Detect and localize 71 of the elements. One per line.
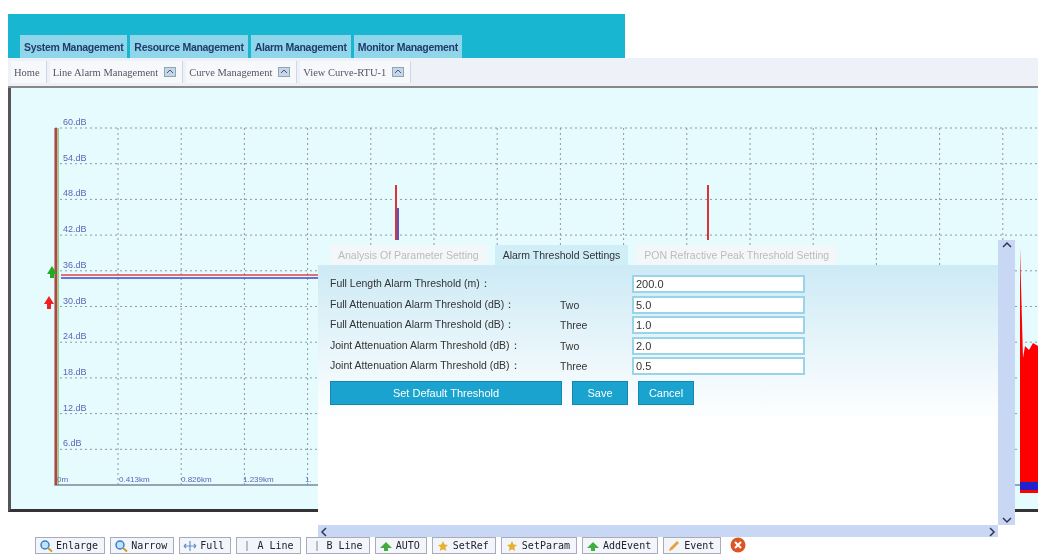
page-tab-label[interactable]: Line Alarm Management bbox=[52, 66, 159, 78]
x-axis-label: 1. bbox=[305, 475, 312, 484]
menu-item[interactable]: System Management bbox=[20, 35, 128, 58]
page-tab-label[interactable]: View Curve-RTU-1 bbox=[303, 66, 387, 78]
scroll-up-icon[interactable] bbox=[1000, 240, 1013, 250]
scroll-down-icon[interactable] bbox=[1000, 515, 1013, 525]
y-axis-label: 60.dB bbox=[63, 117, 87, 127]
x-axis-label: 0.413km bbox=[119, 475, 150, 484]
trace-spike bbox=[395, 184, 399, 241]
toolbar-button[interactable]: Event bbox=[663, 537, 722, 554]
scroll-right-icon[interactable] bbox=[986, 526, 998, 537]
field-label: Full Attenuation Alarm Threshold (dB)： bbox=[330, 297, 517, 312]
menu-item[interactable]: Resource Management bbox=[130, 35, 248, 58]
level-label: Two bbox=[560, 298, 581, 311]
arrows-icon bbox=[183, 539, 198, 552]
x-axis-label: 1.239km bbox=[243, 475, 274, 484]
input-field[interactable]: 5.0 bbox=[632, 295, 805, 314]
y-axis-label: 6.dB bbox=[63, 438, 82, 449]
page-tab[interactable]: Home bbox=[11, 61, 47, 83]
close-icon[interactable] bbox=[392, 67, 405, 77]
level-label: Three bbox=[560, 360, 589, 373]
toolbar-button[interactable]: AUTO bbox=[374, 537, 427, 554]
menu-item[interactable]: Alarm Management bbox=[250, 35, 351, 58]
toolbar-button[interactable]: AddEvent bbox=[582, 537, 659, 554]
y-axis-label: 24.dB bbox=[63, 331, 87, 342]
arrow-icon bbox=[586, 539, 600, 552]
input-field[interactable]: 2.0 bbox=[632, 336, 805, 355]
field-label: Joint Attenuation Alarm Threshold (dB)： bbox=[330, 338, 522, 353]
magnifier-icon bbox=[114, 539, 129, 552]
close-icon[interactable] bbox=[730, 537, 747, 553]
line-icon bbox=[315, 539, 318, 552]
page-tab[interactable]: Curve Management bbox=[186, 61, 298, 83]
magnifier-icon bbox=[39, 539, 53, 552]
close-icon[interactable] bbox=[164, 67, 177, 77]
toolbar-button[interactable]: Narrow bbox=[110, 537, 175, 554]
toolbar-button[interactable]: Full bbox=[179, 537, 232, 554]
dialog-tab[interactable]: Alarm Threshold Settings bbox=[494, 245, 629, 265]
field-label: Joint Attenuation Alarm Threshold (dB)： bbox=[330, 359, 522, 374]
scroll-left-icon[interactable] bbox=[318, 526, 330, 537]
page-tab-label[interactable]: Home bbox=[14, 66, 40, 78]
toolbar-button[interactable]: B Line bbox=[305, 537, 370, 554]
field-label: Full Attenuation Alarm Threshold (dB)： bbox=[330, 318, 517, 333]
vertical-scrollbar[interactable] bbox=[998, 240, 1015, 525]
y-axis-label: 12.dB bbox=[63, 402, 87, 413]
line-icon bbox=[246, 539, 249, 552]
page-tab[interactable]: Line Alarm Management bbox=[49, 61, 184, 83]
y-axis-label: 18.dB bbox=[63, 366, 87, 377]
toolbar-button[interactable]: SetParam bbox=[500, 537, 577, 554]
toolbar-button[interactable]: SetRef bbox=[431, 537, 496, 554]
input-field[interactable]: 1.0 bbox=[632, 316, 805, 335]
level-label: Three bbox=[560, 319, 589, 332]
page-tab-label[interactable]: Curve Management bbox=[189, 66, 273, 78]
x-axis-label: 0.826km bbox=[181, 475, 212, 484]
field-label: Full Length Alarm Threshold (m)： bbox=[330, 277, 492, 292]
arrow-icon bbox=[378, 539, 393, 552]
y-axis-label: 54.dB bbox=[63, 152, 87, 163]
toolbar-button[interactable]: Enlarge bbox=[35, 537, 106, 554]
y-axis-label: 42.dB bbox=[63, 224, 87, 235]
cursor-line[interactable] bbox=[55, 127, 59, 486]
marker-icon[interactable] bbox=[47, 266, 57, 278]
close-icon[interactable] bbox=[278, 67, 291, 77]
level-label: Two bbox=[560, 339, 581, 352]
menu-item[interactable]: Monitor Management bbox=[353, 35, 462, 58]
marker-icon[interactable] bbox=[44, 296, 54, 309]
page-tab[interactable]: View Curve-RTU-1 bbox=[300, 61, 412, 83]
y-axis-label: 48.dB bbox=[63, 188, 87, 199]
y-axis-label: 30.dB bbox=[63, 295, 87, 306]
input-field[interactable]: 200.0 bbox=[632, 275, 805, 294]
y-axis-label: 36.dB bbox=[63, 259, 87, 270]
toolbar-button[interactable]: A Line bbox=[236, 537, 301, 554]
input-field[interactable]: 0.5 bbox=[632, 357, 805, 376]
